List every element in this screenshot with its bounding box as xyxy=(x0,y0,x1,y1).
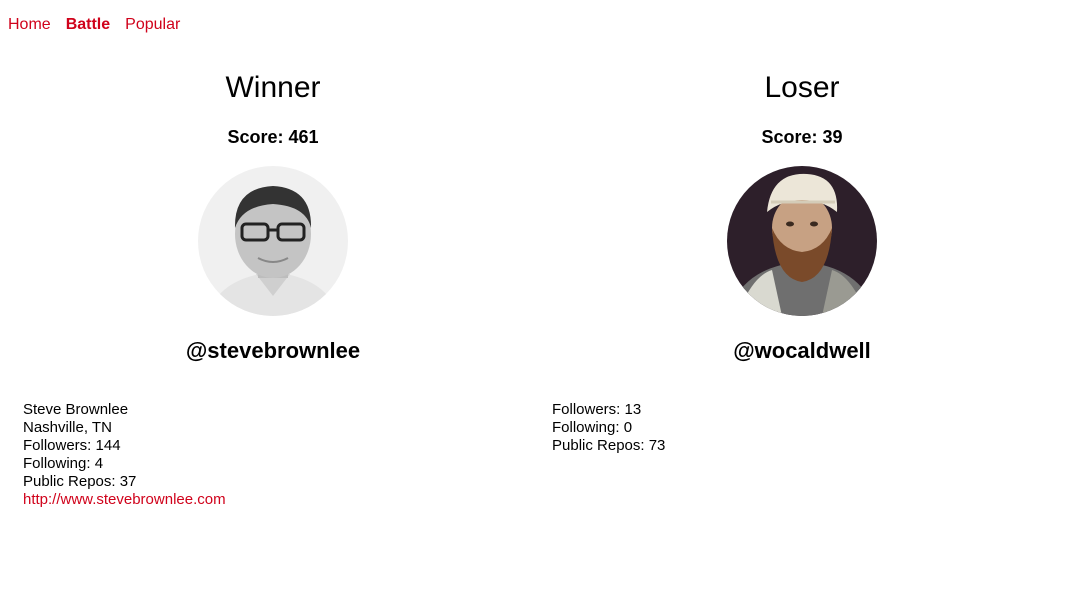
battle-results: Winner Score: 461 @stevebrownlee Steve B… xyxy=(0,0,1074,609)
winner-header: Winner xyxy=(225,71,321,104)
winner-followers: Followers: 144 xyxy=(23,437,121,454)
loser-score: Score: 39 xyxy=(761,127,843,147)
winner-following: Following: 4 xyxy=(23,455,104,472)
winner-name: Steve Brownlee xyxy=(23,401,129,418)
loser-avatar-image xyxy=(727,166,877,316)
loser-public-repos: Public Repos: 73 xyxy=(552,437,666,454)
winner-location: Nashville, TN xyxy=(23,419,112,436)
winner-blog-link[interactable]: http://www.stevebrownlee.com xyxy=(23,491,226,508)
winner-avatar-image xyxy=(198,166,348,316)
loser-username: @wocaldwell xyxy=(733,338,871,363)
loser-details: Followers: 13 Following: 0 Public Repos:… xyxy=(552,401,665,455)
winner-avatar xyxy=(198,166,348,316)
loser-header: Loser xyxy=(764,71,840,104)
loser-avatar xyxy=(727,166,877,316)
loser-followers: Followers: 13 xyxy=(552,401,642,418)
loser-following: Following: 0 xyxy=(552,419,633,436)
winner-username: @stevebrownlee xyxy=(185,338,361,363)
winner-score: Score: 461 xyxy=(227,127,319,147)
winner-details: Steve Brownlee Nashville, TN Followers: … xyxy=(23,401,226,509)
winner-public-repos: Public Repos: 37 xyxy=(23,473,137,490)
